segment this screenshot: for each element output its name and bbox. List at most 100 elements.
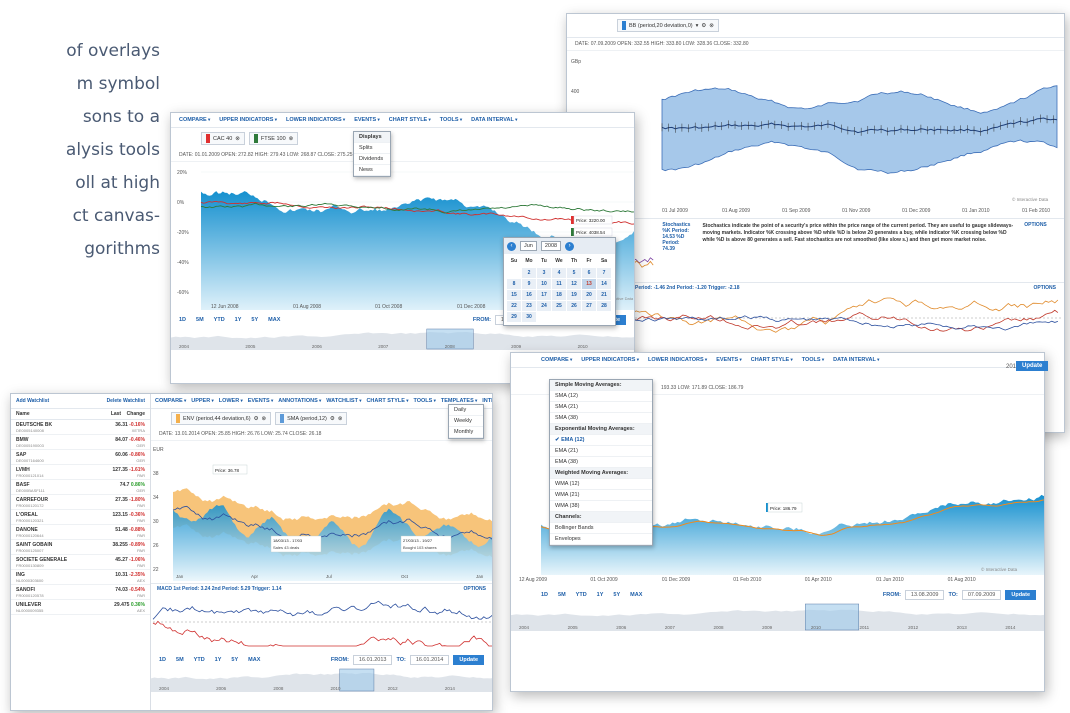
table-row[interactable]: CARREFOUR FR0000120172 27.35 -1.80% PAR [11,495,150,510]
toolbar-menu-events[interactable]: EVENTS [248,398,274,404]
range-ytd[interactable]: YTD [576,592,587,598]
col-last[interactable]: Last [111,411,121,417]
toolbar-menu-upper-indicators[interactable]: UPPER INDICATORS [581,357,639,363]
calendar-day[interactable]: 13 [581,277,597,290]
col-change[interactable]: Change [127,411,145,417]
calendar-day[interactable]: 28 [596,299,612,312]
toolbar-menu-compare[interactable]: COMPARE [179,117,210,123]
indicator-menu-item[interactable]: EMA (38) [550,457,652,468]
range-max[interactable]: MAX [268,317,280,323]
calendar-day[interactable]: 24 [536,299,552,312]
col-name[interactable]: Name [16,411,30,417]
next-month-icon[interactable]: › [565,241,575,251]
table-row[interactable]: SAP DE0007164600 60.06 -0.86% GER [11,450,150,465]
update-button[interactable]: Update [1005,590,1036,600]
toolbar-menu-lower-indicators[interactable]: LOWER INDICATORS [286,117,345,123]
range-1d[interactable]: 1D [159,657,166,663]
range-5y[interactable]: 5Y [613,592,620,598]
year-select[interactable]: 2008 [540,241,562,251]
toolbar-menu-compare[interactable]: COMPARE [541,357,572,363]
table-row[interactable]: SAINT GOBAIN FR0000125007 38.255 -0.89% PAR [11,540,150,555]
toolbar-menu-upper-indicators[interactable]: UPPER INDICATORS [219,117,277,123]
indicator-menu-item[interactable]: SMA (21) [550,402,652,413]
range-5y[interactable]: 5Y [251,317,258,323]
calendar-day[interactable]: 4 [551,266,567,279]
events-menu-item[interactable]: Dividends [354,154,390,165]
compare-tag-cac40[interactable]: CAC 40 ⊗ [201,132,245,145]
calendar-day[interactable]: 26 [566,299,582,312]
toolbar-menu-tools[interactable]: TOOLS [413,398,435,404]
interval-menu-item[interactable]: Daily [449,405,483,416]
sma-tag[interactable]: SMA (period,12) ⚙ ⊗ [275,412,348,425]
range-1d[interactable]: 1D [541,592,548,598]
to-date-input[interactable]: 16.01.2014 [409,655,450,665]
calendar-day[interactable]: 12 [566,277,582,290]
prev-month-icon[interactable]: ‹ [507,241,516,251]
indicator-menu-item[interactable]: SMA (38) [550,413,652,424]
navigator[interactable]: 2004 2005 2006 2007 2008 2009 2010 [171,328,635,350]
range-max[interactable]: MAX [248,657,260,663]
add-watchlist-button[interactable]: Add Watchlist [16,398,49,404]
indicator-tag[interactable]: BB (period,20 deviation,0) ▾ ⚙ ⊗ [617,19,719,32]
toolbar-menu-chart-style[interactable]: CHART STYLE [366,398,408,404]
compare-tag-ftse100[interactable]: FTSE 100 ⊗ [248,132,299,145]
month-select[interactable]: Jun [520,241,537,251]
range-1y[interactable]: 1Y [597,592,604,598]
table-row[interactable]: SOCIETE GENERALE FR0000130809 45.27 -1.06%… [11,555,150,570]
calendar-day[interactable]: 22 [506,299,522,312]
calendar-day[interactable]: 3 [536,266,552,279]
calendar-day[interactable]: 27 [581,299,597,312]
indicator-menu-item[interactable]: Envelopes [550,534,652,545]
calendar-day[interactable]: 7 [596,266,612,279]
delete-watchlist-button[interactable]: Delete Watchlist [107,398,145,404]
calendar-day[interactable]: 11 [551,277,567,290]
toolbar-menu-lower[interactable]: LOWER [219,398,243,404]
table-row[interactable]: SANOFI FR0000120578 74.03 -0.54% PAR [11,585,150,600]
interval-menu-item[interactable]: Weekly [449,416,483,427]
table-row[interactable]: DEUTSCHE BK DE0005140008 36.31 -0.16% XETRA [11,420,150,435]
table-row[interactable]: BMW DE0005190003 84.07 -0.46% GER [11,435,150,450]
toolbar-menu-chart-style[interactable]: CHART STYLE [751,357,793,363]
calendar-day[interactable]: 10 [536,277,552,290]
toolbar-menu-lower-indicators[interactable]: LOWER INDICATORS [648,357,707,363]
toolbar-menu-tools[interactable]: TOOLS [440,117,462,123]
toolbar-menu-tools[interactable]: TOOLS [802,357,824,363]
toolbar-menu-annotations[interactable]: ANNOTATIONS [278,398,321,404]
navigator[interactable]: 2004 2006 2008 2010 2012 2014 [151,668,493,692]
indicator-menu-item[interactable]: WMA (21) [550,490,652,501]
toolbar-menu-upper[interactable]: UPPER [191,398,213,404]
envelope-tag[interactable]: ENV (period,44 deviation,6) ⚙ ⊗ [171,412,272,425]
table-row[interactable]: BASF DE000BASF111 74.7 0.86% GER [11,480,150,495]
table-row[interactable]: L'OREAL FR0000120321 123.15 -0.36% PAR [11,510,150,525]
table-row[interactable]: ING NL0000303600 10.31 -2.35% AEX [11,570,150,585]
settings-icon[interactable]: ⚙ [701,23,706,29]
calendar-day[interactable]: 8 [506,277,522,290]
indicator-menu-item[interactable]: EMA (21) [550,446,652,457]
toolbar-menu-events[interactable]: EVENTS [354,117,380,123]
range-5y[interactable]: 5Y [231,657,238,663]
indicator-menu-item[interactable]: Bollinger Bands [550,523,652,534]
calendar-day[interactable]: 25 [551,299,567,312]
bollinger-chart[interactable]: GBp400300© Interactive Data [567,51,1065,206]
range-5m[interactable]: 5M [176,657,184,663]
calendar-day[interactable]: 14 [596,277,612,290]
calendar-day[interactable]: 21 [596,288,612,301]
interval-menu-item[interactable]: Monthly [449,427,483,438]
toolbar-menu-compare[interactable]: COMPARE [155,398,186,404]
from-date-input[interactable]: 16.01.2013 [352,655,393,665]
calendar-day[interactable]: 2 [521,266,537,279]
toolbar-menu-chart-style[interactable]: CHART STYLE [389,117,431,123]
range-5m[interactable]: 5M [196,317,204,323]
toolbar-menu-events[interactable]: EVENTS [716,357,742,363]
events-menu-item[interactable]: News [354,165,390,176]
toolbar-menu-data-interval[interactable]: DATA INTERVAL [833,357,879,363]
calendar-day[interactable]: 23 [521,299,537,312]
calendar-day[interactable]: 29 [506,310,522,323]
calendar-day[interactable]: 15 [506,288,522,301]
calendar-day[interactable]: 20 [581,288,597,301]
indicator-menu-item[interactable]: ✔ EMA (12) [550,435,652,446]
calendar-day[interactable]: 19 [566,288,582,301]
to-date-input[interactable]: 07.09.2009 [961,590,1002,600]
range-ytd[interactable]: YTD [214,317,225,323]
options-button[interactable]: OPTIONS [463,586,486,592]
